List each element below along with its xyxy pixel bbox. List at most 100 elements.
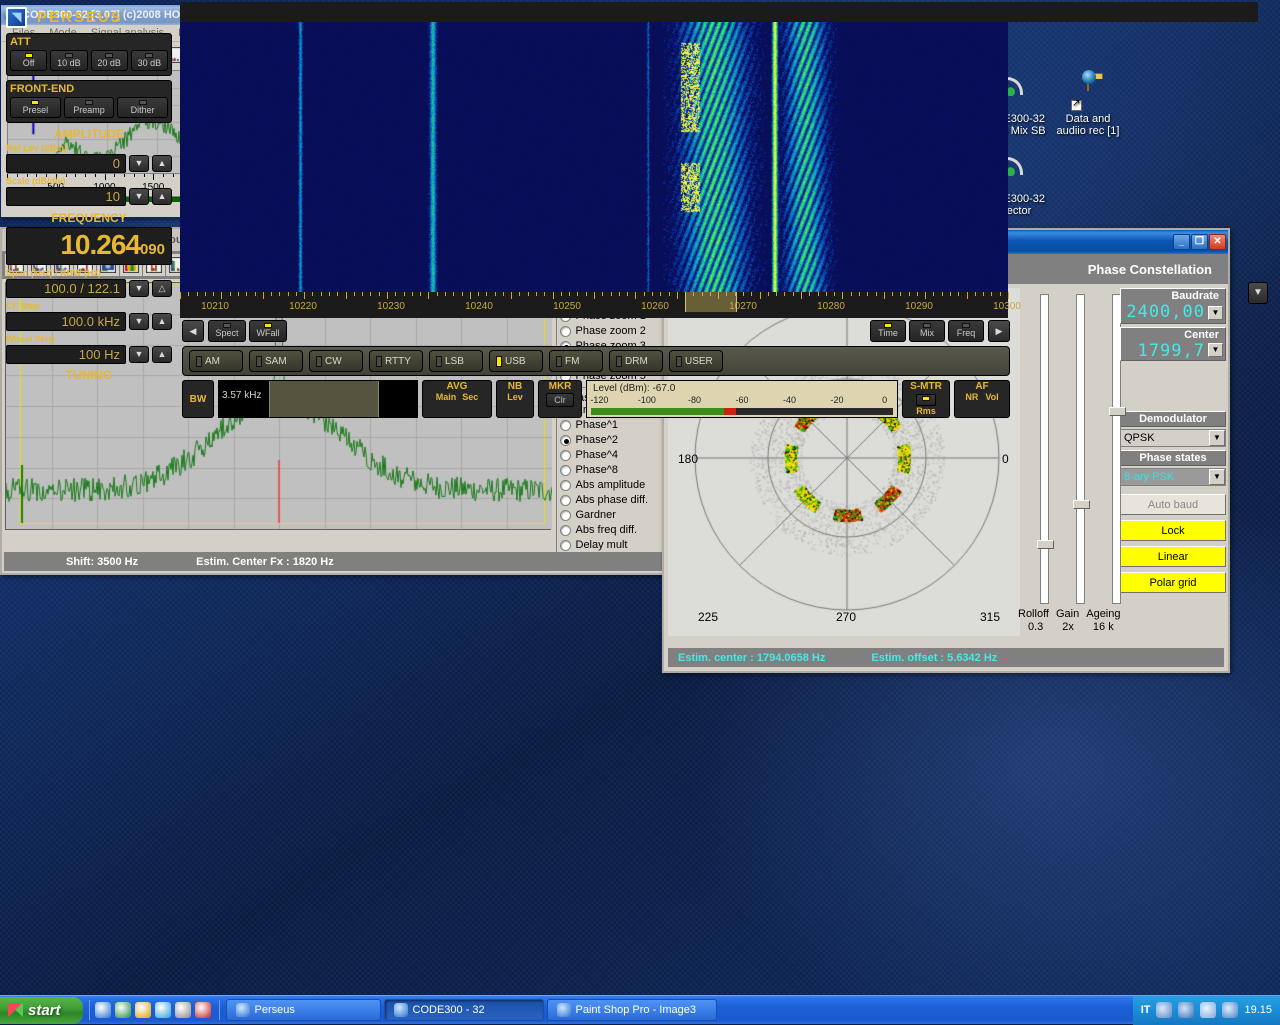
shield-icon[interactable] xyxy=(1200,1002,1217,1018)
waterfall-display[interactable] xyxy=(180,22,1008,292)
wheel-step-down-button[interactable]: ▼ xyxy=(129,346,149,363)
phase-tool-abs-phase-diff[interactable]: Abs phase diff. xyxy=(559,493,660,508)
maximize-button[interactable]: ❐ xyxy=(1191,234,1208,250)
auto-baud-button[interactable]: Auto baud xyxy=(1120,494,1226,515)
phase-tool-abs-freq-diff[interactable]: Abs freq diff. xyxy=(559,523,660,538)
radio-icon[interactable] xyxy=(559,450,571,461)
taskbar-item-perseus[interactable]: Perseus xyxy=(225,999,381,1021)
demodulator-select[interactable]: QPSK ▼ xyxy=(1120,429,1226,447)
span-down-button[interactable]: ▼ xyxy=(129,280,149,297)
mode-button-rtty[interactable]: RTTY xyxy=(369,350,423,372)
mkr-clr-button[interactable]: Clr xyxy=(546,393,574,407)
radio-icon[interactable] xyxy=(559,435,571,446)
scale-down-button[interactable]: ▼ xyxy=(129,188,149,205)
phase-tool-gardner[interactable]: Gardner xyxy=(559,508,660,523)
outlook-icon[interactable] xyxy=(114,1002,131,1018)
radio-icon[interactable] xyxy=(559,495,571,506)
display-button-freq[interactable]: Freq xyxy=(948,320,984,342)
mode-button-user[interactable]: USER xyxy=(669,350,723,372)
ref-lev-down-button[interactable]: ▼ xyxy=(129,155,149,172)
phase-tool-phase-2[interactable]: Phase^2 xyxy=(559,433,660,448)
radio-icon[interactable] xyxy=(559,525,571,536)
mode-button-cw[interactable]: CW xyxy=(309,350,363,372)
taskbar-item-paint-shop-pro-image3[interactable]: Paint Shop Pro - Image3 xyxy=(546,999,717,1021)
phase-states-select[interactable]: 8-ary PSK ▼ xyxy=(1120,468,1226,486)
radio-icon[interactable] xyxy=(559,480,571,491)
demod-mode-row[interactable]: AM SAM CW RTTY LSB USB FM DRM USER xyxy=(182,346,1010,376)
cf-step-value[interactable]: 100.0 kHz xyxy=(6,312,126,331)
rolloff-slider[interactable] xyxy=(1037,294,1054,604)
bw-graph[interactable]: 3.57 kHz xyxy=(218,380,418,418)
cf-step-down-button[interactable]: ▼ xyxy=(129,313,149,330)
baudrate-chevron-down-icon[interactable]: ▼ xyxy=(1208,306,1223,320)
scale-value[interactable]: 10 xyxy=(6,187,126,206)
frontend-button-dither[interactable]: Dither xyxy=(117,97,169,118)
radio-icon[interactable] xyxy=(559,540,571,551)
baudrate-readout[interactable]: Baudrate 2400,00 ▼ xyxy=(1120,288,1226,324)
player-icon[interactable] xyxy=(154,1002,171,1018)
mode-button-drm[interactable]: DRM xyxy=(609,350,663,372)
tray-language[interactable]: IT xyxy=(1141,1004,1151,1016)
desktop-icon-data-and-audio-rec[interactable]: Data and audiio rec [1] xyxy=(1040,77,1136,137)
mode-button-lsb[interactable]: LSB xyxy=(429,350,483,372)
ref-lev-up-button[interactable]: ▲ xyxy=(152,155,172,172)
att-button-10-db[interactable]: 10 dB xyxy=(50,50,88,71)
scroll-right-button[interactable]: ▶ xyxy=(988,320,1010,342)
af-nr-label[interactable]: NR xyxy=(965,392,978,402)
display-button-wfall[interactable]: WFall xyxy=(249,320,287,342)
mode-button-am[interactable]: AM xyxy=(189,350,243,372)
radio-icon[interactable] xyxy=(559,465,571,476)
opera-icon[interactable] xyxy=(194,1002,211,1018)
display-button-spect[interactable]: Spect xyxy=(208,320,246,342)
quick-launch-bar[interactable] xyxy=(94,1002,211,1018)
radio-icon[interactable] xyxy=(559,420,571,431)
display-button-time[interactable]: Time xyxy=(870,320,906,342)
span-up-button[interactable]: △ xyxy=(152,280,172,297)
radio-icon[interactable] xyxy=(559,510,571,521)
wheel-step-value[interactable]: 100 Hz xyxy=(6,345,126,364)
update-icon[interactable] xyxy=(1222,1002,1239,1018)
nb-lev-label[interactable]: Lev xyxy=(497,392,533,402)
network-icon[interactable] xyxy=(1178,1002,1195,1018)
att-button-off[interactable]: Off xyxy=(10,50,48,71)
avg-main-label[interactable]: Main xyxy=(436,392,457,402)
scroll-left-button[interactable]: ◀ xyxy=(182,320,204,342)
waterfall-frequency-ruler[interactable]: 10210 10220 10230 10240 10250 10260 10270 10280… xyxy=(180,292,1021,318)
att-button-20-db[interactable]: 20 dB xyxy=(90,50,128,71)
center-chevron-down-icon[interactable]: ▼ xyxy=(1208,343,1223,357)
smtr-knob[interactable] xyxy=(916,394,936,406)
frontend-button-preamp[interactable]: Preamp xyxy=(63,97,115,118)
att-button-30-db[interactable]: 30 dB xyxy=(130,50,168,71)
scale-up-button[interactable]: ▲ xyxy=(152,188,172,205)
mode-button-fm[interactable]: FM xyxy=(549,350,603,372)
start-button[interactable]: start xyxy=(0,996,83,1024)
ref-lev-value[interactable]: 0 xyxy=(6,154,126,173)
phase-tool-phase-1[interactable]: Phase^1 xyxy=(559,418,660,433)
polar-grid-button[interactable]: Polar grid xyxy=(1120,572,1226,593)
minimize-button[interactable]: _ xyxy=(1173,234,1190,250)
phase-tool-phase-4[interactable]: Phase^4 xyxy=(559,448,660,463)
tuned-band-marker[interactable] xyxy=(685,292,737,312)
phase-tool-delay-mult[interactable]: Delay mult xyxy=(559,538,660,553)
volume-icon[interactable] xyxy=(1156,1002,1173,1018)
tray-clock[interactable]: 19.15 xyxy=(1244,1004,1272,1016)
lock-button[interactable]: Lock xyxy=(1120,520,1226,541)
mode-button-sam[interactable]: SAM xyxy=(249,350,303,372)
frequency-readout[interactable]: 10.264090 xyxy=(6,227,172,265)
display-button-mix[interactable]: Mix xyxy=(909,320,945,342)
phase-tool-abs-amplitude[interactable]: Abs amplitude xyxy=(559,478,660,493)
center-readout[interactable]: Center 1799,7 ▼ xyxy=(1120,327,1226,361)
span-value[interactable]: 100.0 / 122.1 xyxy=(6,279,126,298)
wheel-step-up-button[interactable]: ▲ xyxy=(152,346,172,363)
close-button[interactable]: ✕ xyxy=(1209,234,1226,250)
cf-step-up-button[interactable]: ▲ xyxy=(152,313,172,330)
taskbar-item-code300-32[interactable]: CODE300 - 32 xyxy=(383,999,544,1021)
ie-icon[interactable] xyxy=(94,1002,111,1018)
linear-button[interactable]: Linear xyxy=(1120,546,1226,567)
waterfall-scroll-down-button[interactable]: ▼ xyxy=(1248,282,1268,304)
desktop-icon[interactable] xyxy=(174,1002,191,1018)
media-icon[interactable] xyxy=(134,1002,151,1018)
mode-button-usb[interactable]: USB xyxy=(489,350,543,372)
phase-tool-phase-8[interactable]: Phase^8 xyxy=(559,463,660,478)
avg-sec-label[interactable]: Sec xyxy=(462,392,478,402)
